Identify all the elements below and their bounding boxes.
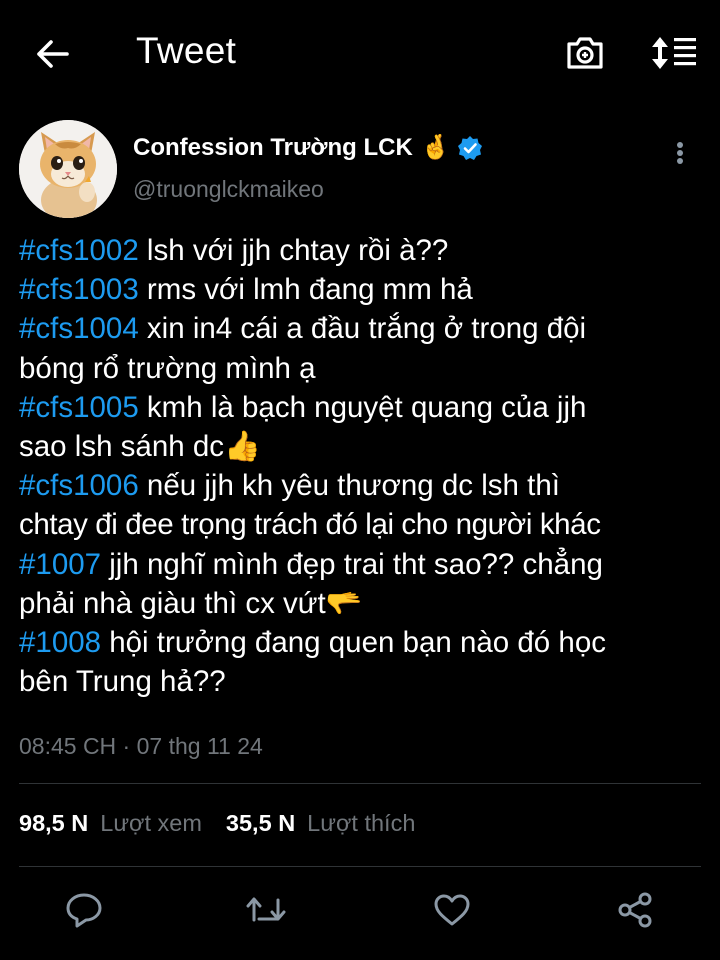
hashtag-link[interactable]: #cfs1006 [19, 469, 139, 502]
tweet-line-text: lsh với jjh chtay rồi à?? [138, 234, 449, 267]
tweet-line: bên Trung hả?? [19, 662, 709, 701]
hashtag-link[interactable]: #cfs1005 [19, 391, 139, 424]
views-label: Lượt xem [100, 810, 202, 836]
top-bar: Tweet [0, 0, 720, 105]
retweet-icon [246, 897, 286, 922]
more-dot-icon [677, 158, 683, 164]
tweet-line-text: chtay đi đee trọng trách đó lại cho ngườ… [19, 508, 601, 542]
author-name[interactable]: Confession Trường LCK 🤞 [133, 134, 483, 162]
cat-avatar [19, 120, 117, 218]
author-handle[interactable]: @truonglckmaikeo [133, 176, 324, 203]
tweet-line-text: jjh nghĩ mình đẹp trai tht sao?? chẳng [101, 547, 603, 581]
tweet-line: #1008 hội trưởng đang quen bạn nào đó họ… [19, 623, 709, 662]
tweet-line: #cfs1006 nếu jjh kh yêu thương dc lsh th… [19, 466, 709, 505]
likes-label: Lượt thích [307, 810, 416, 836]
avatar[interactable] [19, 120, 117, 218]
views-count[interactable]: 98,5 N [19, 810, 88, 837]
retweet-button[interactable] [245, 888, 289, 932]
tweet-line-text: phải nhà giàu thì cx vứt🫳 [19, 586, 363, 620]
tweet-line: #cfs1004 xin in4 cái a đầu trắng ở trong… [19, 309, 709, 348]
hashtag-link[interactable]: #cfs1004 [19, 312, 139, 345]
page-title: Tweet [136, 30, 237, 71]
divider [19, 866, 701, 867]
camera-icon [567, 37, 603, 69]
tweet-line-text: bên Trung hả?? [19, 665, 226, 699]
more-options-button[interactable] [664, 136, 696, 170]
tweet-line-text: rms với lmh đang mm hả [138, 273, 473, 307]
like-button[interactable] [430, 888, 474, 932]
author-name-text: Confession Trường LCK [133, 134, 413, 161]
tweet-line: sao lsh sánh dc👍 [19, 427, 709, 466]
tweet-line: #1007 jjh nghĩ mình đẹp trai tht sao?? c… [19, 545, 709, 584]
share-button[interactable] [613, 888, 657, 932]
hashtag-link[interactable]: #1007 [19, 548, 101, 581]
hashtag-link[interactable]: #cfs1002 [19, 234, 139, 267]
arrow-left-icon [37, 40, 69, 68]
tweet-text: #cfs1002 lsh với jjh chtay rồi à?? #cfs1… [19, 231, 709, 701]
more-dot-icon [677, 150, 683, 156]
crossed-fingers-emoji: 🤞 [420, 134, 451, 161]
tweet-line: bóng rổ trường mình ạ [19, 349, 709, 388]
action-bar [0, 880, 720, 940]
tweet-line: #cfs1003 rms với lmh đang mm hả [19, 270, 709, 309]
tweet-line-text: sao lsh sánh dc👍 [19, 430, 261, 464]
tweet-line: chtay đi đee trọng trách đó lại cho ngườ… [19, 505, 709, 544]
hashtag-link[interactable]: #1008 [19, 626, 101, 659]
more-dot-icon [677, 142, 683, 148]
likes-count[interactable]: 35,5 N [226, 810, 295, 837]
reply-icon [66, 893, 102, 928]
tweet-line: #cfs1005 kmh là bạch nguyệt quang của jj… [19, 388, 709, 427]
reply-button[interactable] [62, 888, 106, 932]
verified-badge-icon [457, 135, 483, 161]
hashtag-link[interactable]: #cfs1003 [19, 273, 139, 306]
tweet-line: #cfs1002 lsh với jjh chtay rồi à?? [19, 231, 709, 270]
tweet-stats: 98,5 N Lượt xem 35,5 N Lượt thích [19, 810, 415, 837]
tweet-line-text: xin in4 cái a đầu trắng ở trong đội [138, 312, 587, 346]
share-icon [618, 892, 652, 928]
tweet-line-text: nếu jjh kh yêu thương dc lsh thì [138, 469, 560, 503]
tweet-line-text: kmh là bạch nguyệt quang của jjh [138, 390, 587, 424]
divider [19, 783, 701, 784]
tweet-timestamp[interactable]: 08:45 CH · 07 thg 11 24 [19, 733, 263, 760]
tweet-line-text: bóng rổ trường mình ạ [19, 351, 316, 385]
tweet-line-text: hội trưởng đang quen bạn nào đó học [101, 626, 606, 660]
like-icon [434, 894, 470, 926]
tweet-line: phải nhà giàu thì cx vứt🫳 [19, 584, 709, 623]
sort-button[interactable] [648, 30, 700, 76]
camera-button[interactable] [562, 30, 608, 76]
sort-lines-icon [652, 37, 696, 69]
back-button[interactable] [30, 32, 74, 76]
